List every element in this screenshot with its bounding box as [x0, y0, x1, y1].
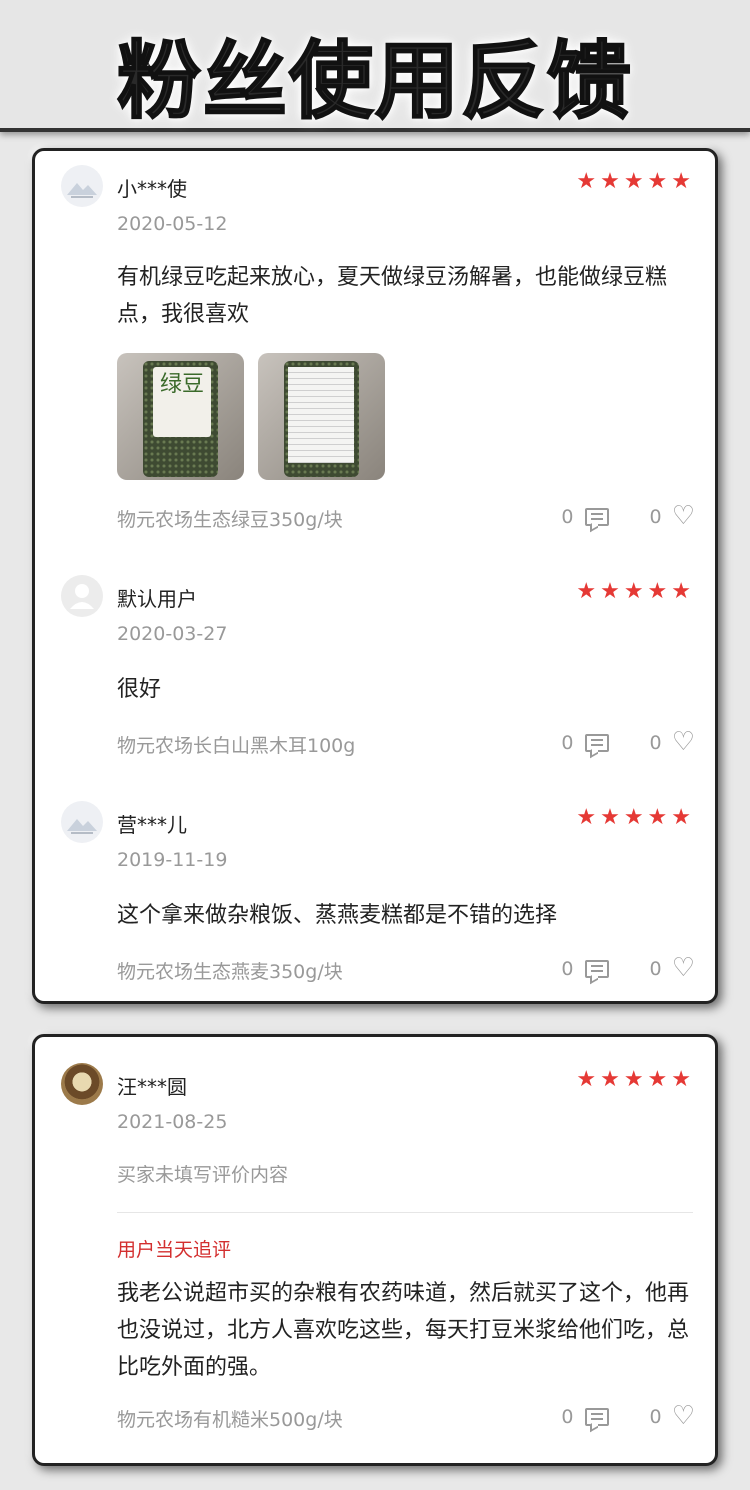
comment-icon[interactable]: [585, 1407, 610, 1426]
product-name[interactable]: 物元农场有机糙米500g/块: [117, 1405, 343, 1432]
product-name[interactable]: 物元农场生态绿豆350g/块: [117, 505, 343, 532]
review-date: 2020-03-27: [117, 623, 228, 645]
review-actions: 0 0 ♡: [561, 955, 695, 981]
mountain-logo-icon: [67, 819, 97, 834]
username: 默认用户: [117, 587, 197, 611]
avatar: [61, 801, 103, 843]
product-name[interactable]: 物元农场生态燕麦350g/块: [117, 957, 343, 984]
username: 营***儿: [117, 813, 187, 837]
heart-icon[interactable]: ♡: [672, 503, 695, 529]
comment-count: 0: [561, 957, 574, 980]
review-date: 2020-05-12: [117, 213, 228, 235]
page-title: 粉丝使用反馈: [116, 31, 633, 131]
avatar: [61, 1063, 103, 1105]
review-photo[interactable]: [258, 353, 385, 480]
comment-icon[interactable]: [585, 733, 610, 752]
star-rating: ★★★★★: [576, 1067, 695, 1092]
review-date: 2019-11-19: [117, 849, 228, 871]
mountain-logo-icon: [67, 183, 97, 198]
comment-count: 0: [561, 731, 574, 754]
heart-icon[interactable]: ♡: [672, 729, 695, 755]
heart-icon[interactable]: ♡: [672, 1403, 695, 1429]
review-actions: 0 0 ♡: [561, 729, 695, 755]
star-rating: ★★★★★: [576, 169, 695, 194]
review-actions: 0 0 ♡: [561, 1403, 695, 1429]
review-content: 买家未填写评价内容: [117, 1164, 289, 1186]
page-header: 粉丝使用反馈: [0, 0, 750, 132]
avatar: [61, 575, 103, 617]
review-content: 有机绿豆吃起来放心，夏天做绿豆汤解暑，也能做绿豆糕点，我很喜欢: [117, 265, 668, 327]
like-count: 0: [649, 505, 662, 528]
photo-label: 绿豆: [159, 372, 204, 397]
review-photo[interactable]: 绿豆: [117, 353, 244, 480]
divider: [117, 1212, 693, 1213]
heart-icon[interactable]: ♡: [672, 955, 695, 981]
star-rating: ★★★★★: [576, 579, 695, 604]
followup-label: 用户当天追评: [117, 1239, 232, 1261]
review-content: 很好: [117, 677, 162, 702]
comment-count: 0: [561, 1405, 574, 1428]
review-card: 汪***圆 ★★★★★ 2021-08-25 买家未填写评价内容 用户当天追评 …: [32, 1034, 718, 1466]
review-date: 2021-08-25: [117, 1111, 228, 1133]
comment-icon[interactable]: [585, 959, 610, 978]
comment-icon[interactable]: [585, 507, 610, 526]
comment-count: 0: [561, 505, 574, 528]
review-actions: 0 0 ♡: [561, 503, 695, 529]
like-count: 0: [649, 731, 662, 754]
like-count: 0: [649, 957, 662, 980]
like-count: 0: [649, 1405, 662, 1428]
user-icon: [70, 584, 94, 609]
review-card: 小***使 ★★★★★ 2020-05-12 有机绿豆吃起来放心，夏天做绿豆汤解…: [32, 148, 718, 1004]
star-rating: ★★★★★: [576, 805, 695, 830]
username: 小***使: [117, 177, 187, 201]
product-name[interactable]: 物元农场长白山黑木耳100g: [117, 731, 355, 758]
review-content: 这个拿来做杂粮饭、蒸燕麦糕都是不错的选择: [117, 903, 558, 928]
username: 汪***圆: [117, 1075, 187, 1099]
avatar: [61, 165, 103, 207]
followup-content: 我老公说超市买的杂粮有农药味道，然后就买了这个，他再也没说过，北方人喜欢吃这些，…: [117, 1281, 690, 1380]
